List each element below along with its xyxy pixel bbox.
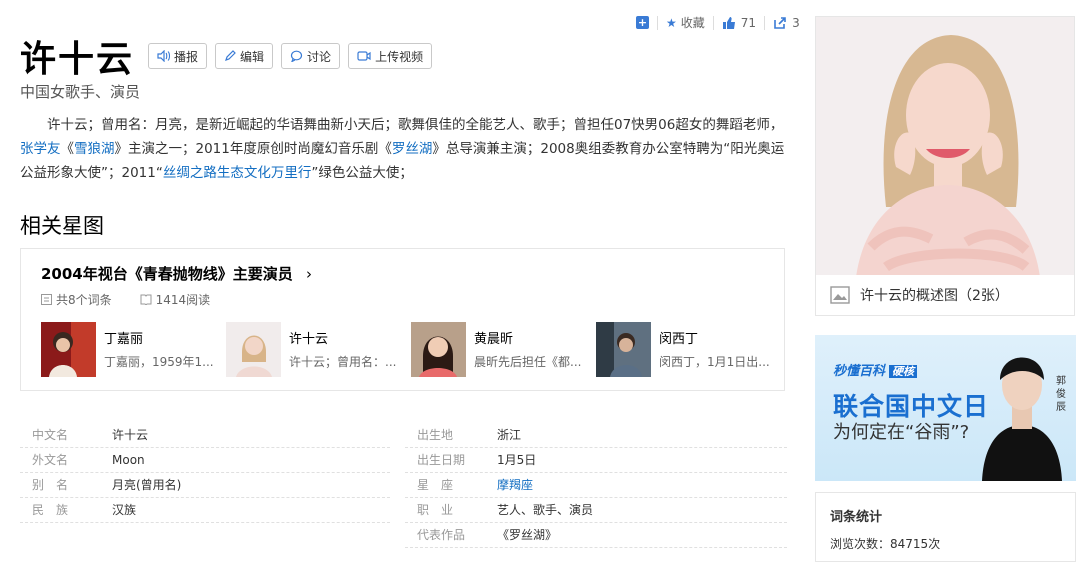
thumbs-up-icon [722, 16, 735, 29]
share-button[interactable]: 3 [773, 16, 800, 30]
stats-views: 浏览次数：84715次 [830, 537, 941, 551]
share-icon [774, 16, 786, 29]
star-icon: ★ [666, 15, 677, 30]
speaker-icon [157, 50, 171, 62]
link-xuelanghu[interactable]: 雪狼湖 [74, 141, 115, 157]
ad-brand: 秒懂百科 硬核 [833, 360, 918, 379]
info-row: 职 业艺人、歌手、演员 [405, 497, 787, 523]
person-photo [226, 322, 281, 377]
edit-button[interactable]: 编辑 [215, 43, 274, 69]
page-title: 许十云 [20, 38, 135, 80]
info-row: 中文名 许十云 [20, 422, 390, 448]
upload-video-button[interactable]: 上传视频 [348, 43, 433, 69]
star-map-title[interactable]: 2004年视台《青春抛物线》主要演员 › [41, 263, 312, 284]
lemma-statistics: 词条统计 浏览次数：84715次 [815, 492, 1076, 562]
info-row: 民 族汉族 [20, 497, 390, 523]
ad-person-name: 郭俊辰 [1056, 376, 1066, 413]
link-luosihu[interactable]: 罗丝湖 [392, 141, 433, 157]
ad-banner[interactable]: 秒懂百科 硬核 联合国中文日 为何定在“谷雨”? 郭俊辰 [815, 335, 1076, 481]
ad-person-photo [982, 357, 1062, 481]
info-row: 别 名月亮(曾用名) [20, 472, 390, 498]
picture-caption: 许十云的概述图（2张） [816, 275, 1074, 315]
section-title-star-map: 相关星图 [20, 214, 104, 238]
lemma-summary: 许十云；曾用名：月亮，是新近崛起的华语舞曲新小天后；歌舞俱佳的全能艺人、歌手；曾… [20, 117, 785, 181]
star-person[interactable]: 黄晨昕 晨昕先后担任《都... [411, 322, 596, 377]
info-row: 代表作品 《罗丝湖》 [405, 522, 787, 548]
page-subtitle: 中国女歌手、演员 [20, 83, 141, 101]
star-person[interactable]: 闵西丁 闵西丁，1月1日出... [596, 322, 781, 377]
person-photo [411, 322, 466, 377]
star-map-meta: 共8个词条 1414阅读 [41, 291, 238, 308]
chevron-right-icon: › [305, 265, 312, 283]
person-photo [41, 322, 96, 377]
top-actions: + ★ 收藏 71 3 [636, 14, 800, 31]
stats-title: 词条统计 [830, 510, 883, 525]
info-row: 出生日期 1月5日 [405, 447, 787, 473]
star-person[interactable]: 丁嘉丽 丁嘉丽，1959年1... [41, 322, 226, 377]
info-row: 星 座摩羯座 [405, 472, 787, 498]
person-photo [596, 322, 651, 377]
ad-subline: 为何定在“谷雨”? [833, 422, 970, 443]
info-row: 外文名 Moon [20, 447, 390, 473]
like-button[interactable]: 71 [722, 16, 756, 30]
discuss-button[interactable]: 讨论 [281, 43, 341, 69]
add-icon[interactable]: + [636, 16, 649, 29]
pencil-icon [225, 50, 236, 61]
play-button[interactable]: 播报 [148, 43, 208, 69]
book-icon [140, 294, 152, 305]
star-map-card: 2004年视台《青春抛物线》主要演员 › 共8个词条 1414阅读 丁嘉丽 丁嘉… [20, 248, 785, 391]
collect-button[interactable]: ★ 收藏 [666, 14, 705, 31]
title-row: 许十云 播报 编辑 讨论 上传视频 [20, 30, 440, 82]
link-silk-road[interactable]: 丝绸之路生态文化万里行 [163, 165, 312, 181]
image-icon [830, 286, 850, 304]
list-icon [41, 294, 52, 305]
summary-picture[interactable]: 许十云的概述图（2张） [815, 16, 1075, 316]
info-row: 出生地 浙江 [405, 422, 787, 448]
star-person[interactable]: 许十云 许十云；曾用名：... [226, 322, 411, 377]
chat-bubble-icon [290, 50, 303, 62]
portrait-photo [816, 17, 1074, 277]
video-camera-icon [357, 51, 371, 61]
link-zhang-xueyou[interactable]: 张学友 [20, 141, 61, 157]
star-map-people: 丁嘉丽 丁嘉丽，1959年1... 许十云 许十云；曾用名：... 黄晨昕 晨昕… [41, 322, 781, 377]
link-capricorn[interactable]: 摩羯座 [497, 476, 533, 493]
